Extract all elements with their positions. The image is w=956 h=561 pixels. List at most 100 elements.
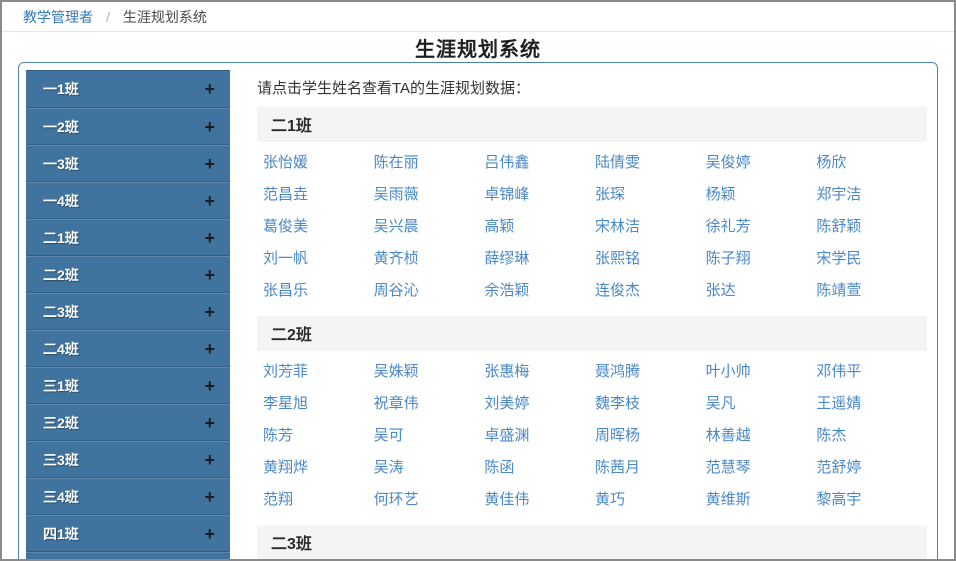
student-link[interactable]: 何环艺: [374, 484, 485, 516]
student-link[interactable]: 陈函: [484, 452, 595, 484]
student-link[interactable]: 徐礼芳: [706, 211, 817, 243]
student-link[interactable]: 陈舒颖: [816, 211, 927, 243]
page-title: 生涯规划系统: [415, 38, 541, 61]
sidebar-item-class-4[interactable]: 二1班 +: [26, 219, 230, 256]
student-link[interactable]: 张熙铭: [595, 243, 706, 275]
student-link[interactable]: 周晖杨: [595, 420, 706, 452]
student-link[interactable]: 陆倩雯: [595, 147, 706, 179]
sidebar-item-label: 一2班: [43, 118, 79, 135]
class-section-title: 二3班: [257, 525, 927, 559]
student-link[interactable]: 魏李枝: [595, 388, 706, 420]
student-link[interactable]: 张琛: [595, 179, 706, 211]
student-link[interactable]: 刘芳菲: [263, 356, 374, 388]
student-link[interactable]: 宋学民: [816, 243, 927, 275]
student-link[interactable]: 黄翔烨: [263, 452, 374, 484]
breadcrumb-separator: /: [106, 8, 110, 25]
expand-plus-icon[interactable]: +: [204, 451, 215, 469]
student-link[interactable]: 吕伟鑫: [484, 147, 595, 179]
expand-plus-icon[interactable]: +: [204, 155, 215, 173]
expand-plus-icon[interactable]: +: [204, 525, 215, 543]
student-link[interactable]: 范昌垚: [263, 179, 374, 211]
class-sidebar: 一1班 + 一2班 + 一3班 + 一4班 + 二1班 + 二2班 + 二3班 + 二4班 + 三1班 + 三2班 +…: [26, 70, 230, 559]
student-link[interactable]: 林善越: [706, 420, 817, 452]
content-panel: 一1班 + 一2班 + 一3班 + 一4班 + 二1班 + 二2班 + 二3班 + 二4班 + 三1班 + 三2班 +…: [18, 62, 938, 559]
sidebar-item-class-12[interactable]: 四1班 +: [26, 515, 230, 552]
student-link[interactable]: 祝章伟: [374, 388, 485, 420]
sidebar-item-label: 三2班: [43, 414, 79, 431]
student-link[interactable]: 范慧琴: [706, 452, 817, 484]
student-link[interactable]: 黄齐桢: [374, 243, 485, 275]
sidebar-item-class-2[interactable]: 一3班 +: [26, 145, 230, 182]
sidebar-item-label: 一3班: [43, 155, 79, 172]
student-link[interactable]: 黄巧: [595, 484, 706, 516]
student-link[interactable]: 叶小帅: [706, 356, 817, 388]
student-link[interactable]: 周谷沁: [374, 275, 485, 307]
expand-plus-icon[interactable]: +: [204, 414, 215, 432]
student-link[interactable]: 黎高宇: [816, 484, 927, 516]
app-window: 教学管理者 / 生涯规划系统 生涯规划系统 一1班 + 一2班 + 一3班 + 一4班 + 二1…: [0, 0, 956, 561]
sidebar-item-class-7[interactable]: 二4班 +: [26, 330, 230, 367]
sidebar-item-class-10[interactable]: 三3班 +: [26, 441, 230, 478]
main-content: 请点击学生姓名查看TA的生涯规划数据： 二1班 张怡媛 陈在丽 吕伟鑫 陆倩雯 吴俊婷 杨欣…: [230, 70, 930, 559]
sidebar-item-class-11[interactable]: 三4班 +: [26, 478, 230, 515]
student-link[interactable]: 薛缪琳: [484, 243, 595, 275]
student-link[interactable]: 张昌乐: [263, 275, 374, 307]
student-link[interactable]: 卓盛渊: [484, 420, 595, 452]
student-grid: 张怡媛 陈在丽 吕伟鑫 陆倩雯 吴俊婷 杨欣范昌垚 吴雨薇 卓锦峰 张琛 杨颖 郑宇洁葛俊美 吴兴晨高…: [257, 147, 927, 307]
student-link[interactable]: 陈在丽: [374, 147, 485, 179]
expand-plus-icon[interactable]: +: [204, 229, 215, 247]
student-link[interactable]: 卓锦峰: [484, 179, 595, 211]
student-link[interactable]: 葛俊美: [263, 211, 374, 243]
student-link[interactable]: 李星旭: [263, 388, 374, 420]
student-link[interactable]: 黄佳伟: [484, 484, 595, 516]
student-link[interactable]: 高颖: [484, 211, 595, 243]
student-link[interactable]: 宋林洁: [595, 211, 706, 243]
student-link[interactable]: 吴兴晨: [374, 211, 485, 243]
student-link[interactable]: 陈杰: [816, 420, 927, 452]
sidebar-item-class-6[interactable]: 二3班 +: [26, 293, 230, 330]
student-link[interactable]: 张达: [706, 275, 817, 307]
sidebar-item-class-5[interactable]: 二2班 +: [26, 256, 230, 293]
student-link[interactable]: 张怡媛: [263, 147, 374, 179]
student-link[interactable]: 邓伟平: [816, 356, 927, 388]
breadcrumb-link-admin[interactable]: 教学管理者: [23, 7, 93, 27]
student-link[interactable]: 杨颖: [706, 179, 817, 211]
sidebar-item-class-1[interactable]: 一2班 +: [26, 108, 230, 145]
student-link[interactable]: 聂鸿腾: [595, 356, 706, 388]
student-link[interactable]: 连俊杰: [595, 275, 706, 307]
student-link[interactable]: 刘美婷: [484, 388, 595, 420]
student-link[interactable]: 王遥婧: [816, 388, 927, 420]
student-link[interactable]: 黄维斯: [706, 484, 817, 516]
student-link[interactable]: 吴可: [374, 420, 485, 452]
student-link[interactable]: 陈芳: [263, 420, 374, 452]
student-link[interactable]: 刘一帆: [263, 243, 374, 275]
expand-plus-icon[interactable]: +: [204, 266, 215, 284]
sidebar-item-class-13[interactable]: 四2班+: [26, 552, 230, 559]
student-link[interactable]: 杨欣: [816, 147, 927, 179]
sidebar-item-class-8[interactable]: 三1班 +: [26, 367, 230, 404]
student-link[interactable]: 吴雨薇: [374, 179, 485, 211]
sidebar-item-class-0[interactable]: 一1班 +: [26, 71, 230, 108]
expand-plus-icon[interactable]: +: [204, 192, 215, 210]
student-link[interactable]: 吴涛: [374, 452, 485, 484]
student-link[interactable]: 范翔: [263, 484, 374, 516]
student-link[interactable]: 陈茜月: [595, 452, 706, 484]
student-link[interactable]: 余浩颖: [484, 275, 595, 307]
sidebar-item-class-9[interactable]: 三2班 +: [26, 404, 230, 441]
expand-plus-icon[interactable]: +: [204, 118, 215, 136]
student-link[interactable]: 张惠梅: [484, 356, 595, 388]
expand-plus-icon[interactable]: +: [204, 377, 215, 395]
student-link[interactable]: 郑宇洁: [816, 179, 927, 211]
sidebar-item-label: 四1班: [43, 525, 79, 542]
student-link[interactable]: 吴凡: [706, 388, 817, 420]
expand-plus-icon[interactable]: +: [204, 303, 215, 321]
expand-plus-icon[interactable]: +: [204, 80, 215, 98]
student-link[interactable]: 吴姝颖: [374, 356, 485, 388]
expand-plus-icon[interactable]: +: [204, 340, 215, 358]
sidebar-item-class-3[interactable]: 一4班 +: [26, 182, 230, 219]
student-link[interactable]: 陈靖萱: [816, 275, 927, 307]
student-link[interactable]: 陈子翔: [706, 243, 817, 275]
expand-plus-icon[interactable]: +: [204, 488, 215, 506]
student-link[interactable]: 吴俊婷: [706, 147, 817, 179]
student-link[interactable]: 范舒婷: [816, 452, 927, 484]
